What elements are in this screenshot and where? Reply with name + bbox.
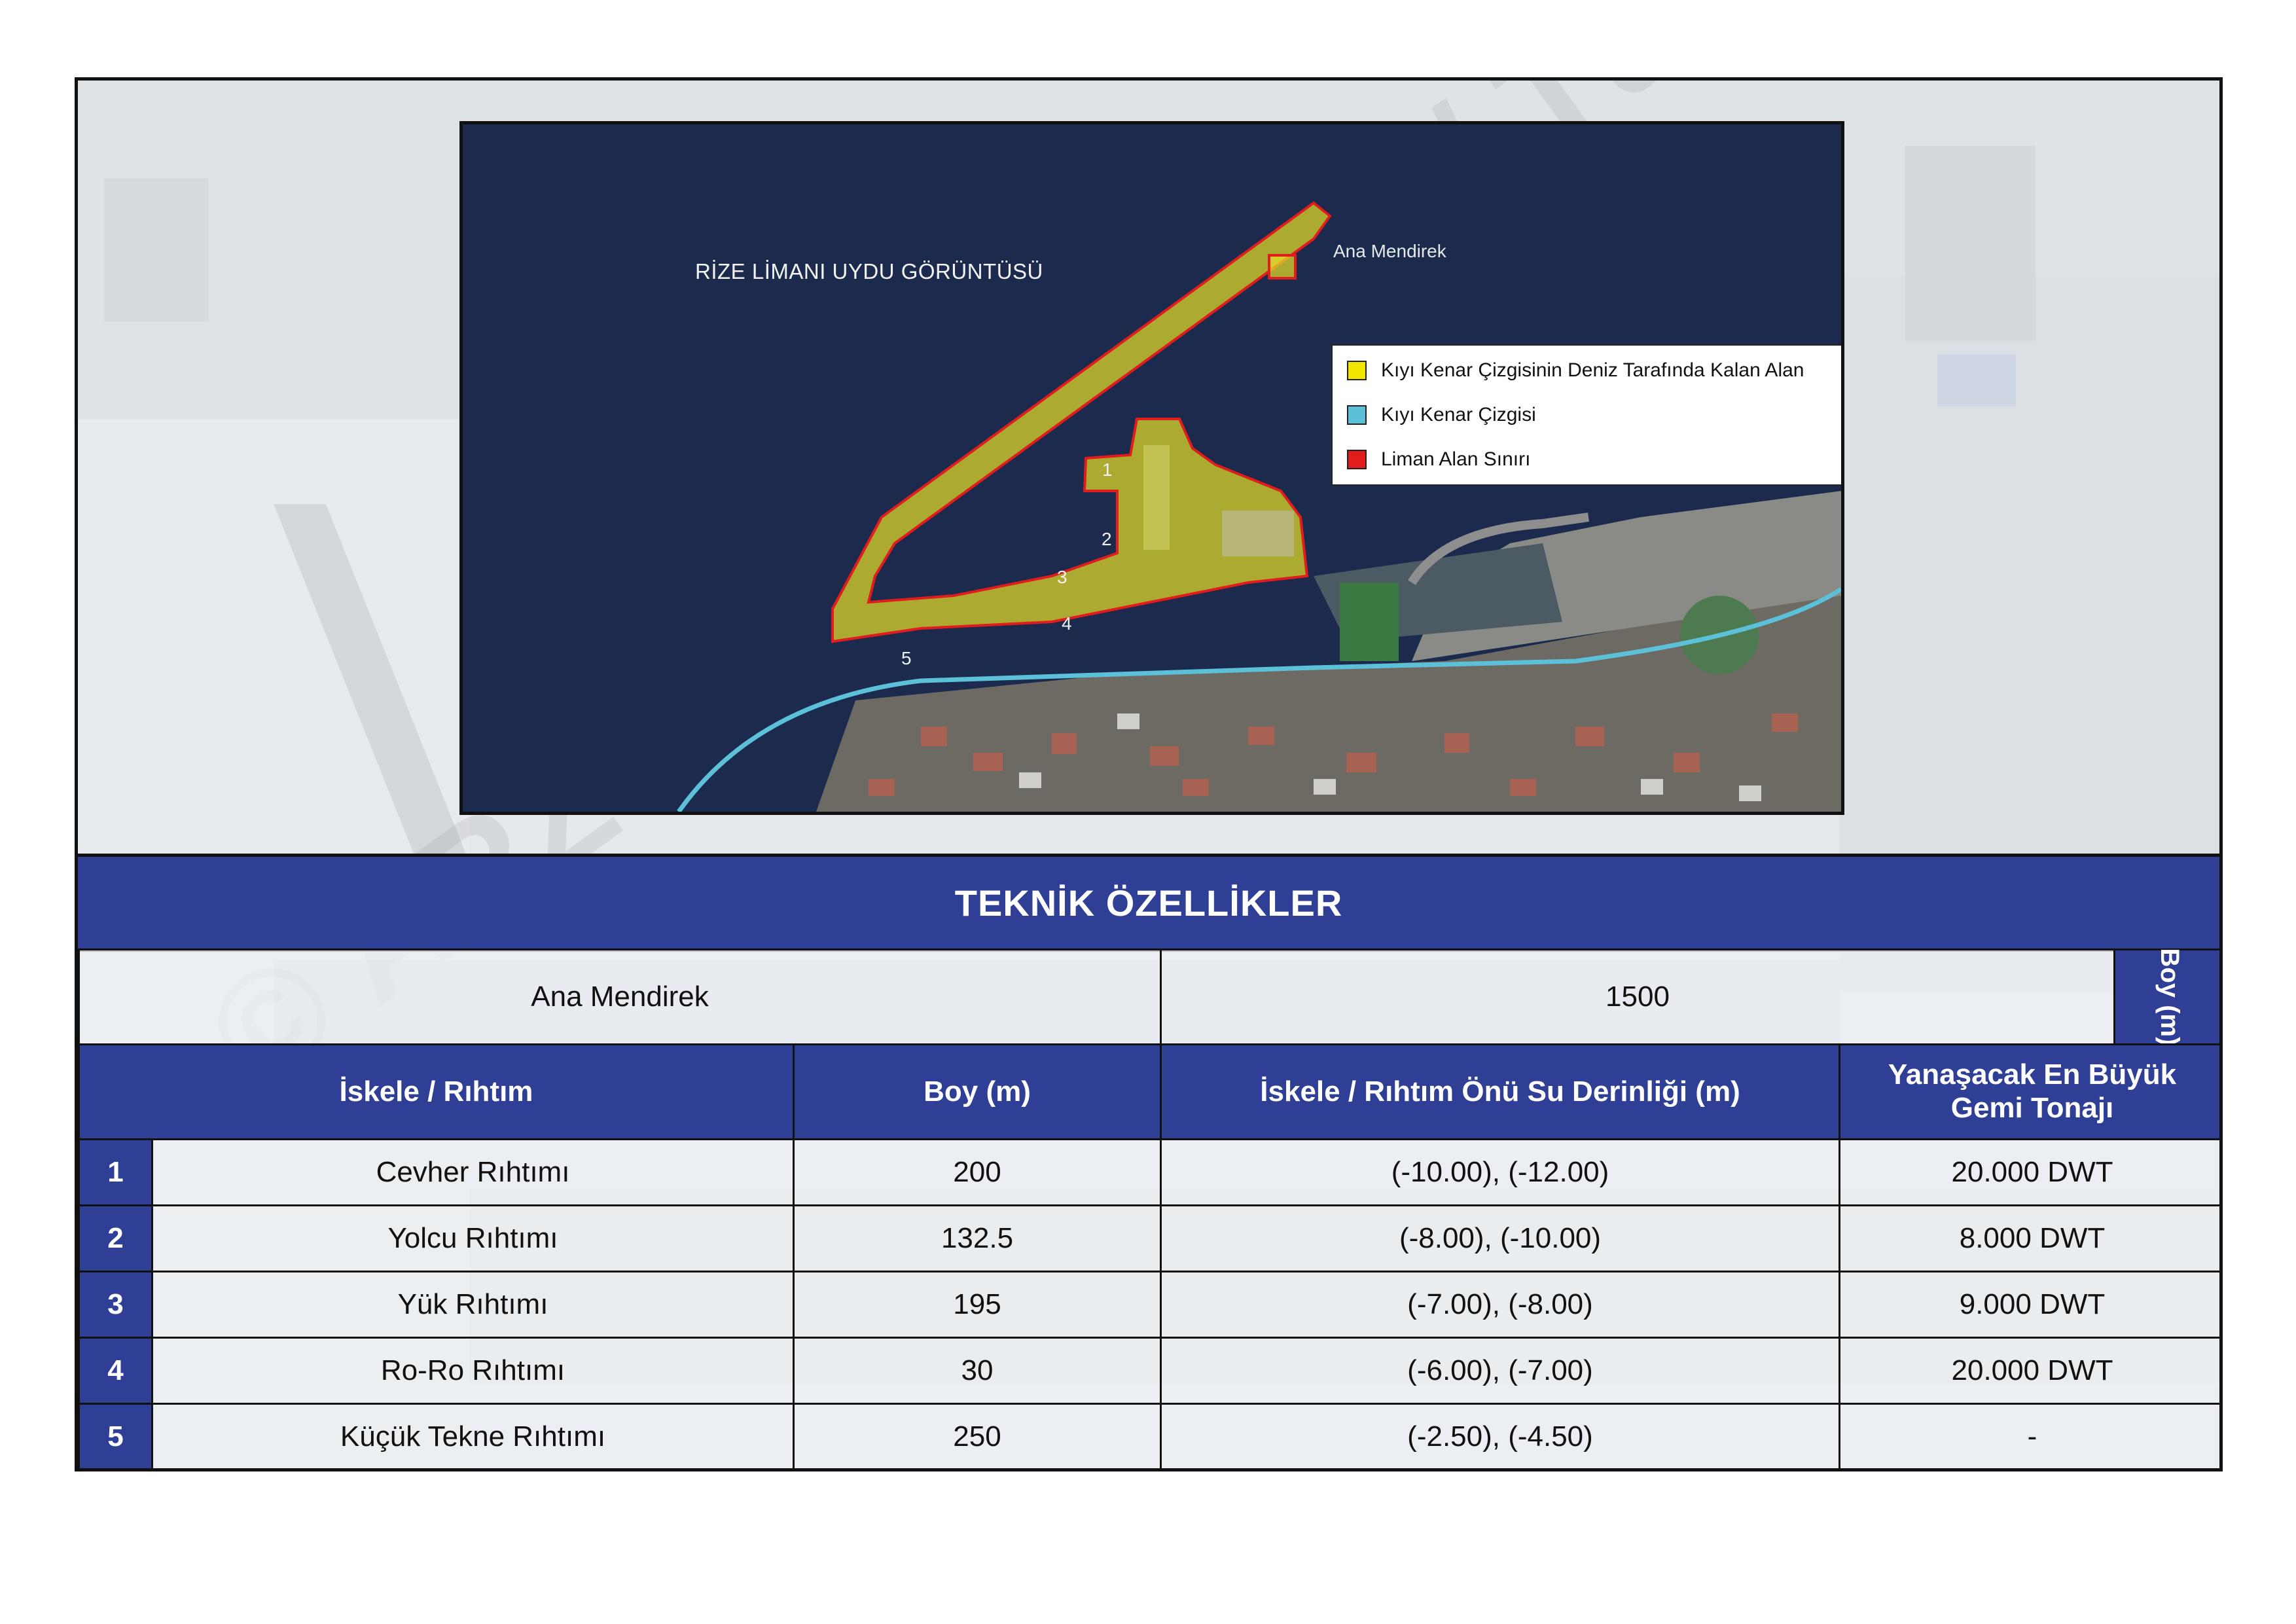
header-tonnage: Yanaşacak En Büyük Gemi Tonajı: [1839, 1043, 2219, 1140]
header-berth: İskele / Rıhtım: [78, 1043, 795, 1140]
legend-swatch-blue: [1347, 405, 1367, 425]
map-title: RİZE LİMANI UYDU GÖRÜNTÜSÜ: [695, 259, 1043, 283]
row-number-cell: 2: [78, 1204, 153, 1272]
berth-name-cell: Yük Rıhtımı: [151, 1271, 795, 1339]
page-frame: © ARZ GLOBAL 2024/ Tüm Hakları Saklıdır.: [75, 77, 2223, 1471]
berth-number-2: 2: [1102, 529, 1112, 549]
row-number-cell: 5: [78, 1403, 153, 1468]
berth-tonnage-cell: 8.000 DWT: [1839, 1204, 2219, 1272]
berth-name-cell: Küçük Tekne Rıhtımı: [151, 1403, 795, 1468]
berth-tonnage-cell: 20.000 DWT: [1839, 1337, 2219, 1405]
berth-length-cell: 195: [793, 1271, 1162, 1339]
legend-label: Kıyı Kenar Çizgisi: [1381, 404, 1536, 425]
legend-item: Kıyı Kenar Çizgisinin Deniz Tarafında Ka…: [1347, 357, 1804, 384]
breakwater-unit-cell: Boy (m): [2113, 948, 2219, 1046]
berth-tonnage-cell: -: [1839, 1403, 2219, 1468]
berth-depth-cell: (-10.00), (-12.00): [1160, 1138, 1840, 1206]
berth-number-5: 5: [901, 648, 912, 668]
berth-depth-cell: (-8.00), (-10.00): [1160, 1204, 1840, 1272]
legend-item: Kıyı Kenar Çizgisi: [1347, 402, 1536, 428]
berth-name-cell: Yolcu Rıhtımı: [151, 1204, 795, 1272]
berth-depth-cell: (-6.00), (-7.00): [1160, 1337, 1840, 1405]
header-length: Boy (m): [793, 1043, 1162, 1140]
berth-name-cell: Cevher Rıhtımı: [151, 1138, 795, 1206]
section-title-band: TEKNİK ÖZELLİKLER: [78, 854, 2219, 952]
berth-length-cell: 30: [793, 1337, 1162, 1405]
row-number-cell: 3: [78, 1271, 153, 1339]
satellite-map: RİZE LİMANI UYDU GÖRÜNTÜSÜ Ana Mendirek …: [459, 121, 1844, 815]
berth-tonnage-cell: 9.000 DWT: [1839, 1271, 2219, 1339]
berth-depth-cell: (-2.50), (-4.50): [1160, 1403, 1840, 1468]
breakwater-unit-label: Boy (m): [2155, 948, 2184, 1046]
map-legend: Kıyı Kenar Çizgisinin Deniz Tarafında Ka…: [1331, 344, 1841, 486]
legend-swatch-red: [1347, 450, 1367, 469]
berth-number-4: 4: [1062, 613, 1072, 634]
berth-length-cell: 250: [793, 1403, 1162, 1468]
section-title: TEKNİK ÖZELLİKLER: [954, 882, 1343, 924]
row-number-cell: 4: [78, 1337, 153, 1405]
berth-depth-cell: (-7.00), (-8.00): [1160, 1271, 1840, 1339]
header-depth: İskele / Rıhtım Önü Su Derinliği (m): [1160, 1043, 1840, 1140]
berth-number-3: 3: [1057, 567, 1067, 587]
berth-length-cell: 200: [793, 1138, 1162, 1206]
breakwater-name-cell: Ana Mendirek: [78, 948, 1162, 1045]
berth-length-cell: 132.5: [793, 1204, 1162, 1272]
berth-number-1: 1: [1102, 460, 1113, 480]
breakwater-length-cell: 1500: [1160, 948, 2115, 1045]
legend-item: Liman Alan Sınırı: [1347, 446, 1530, 473]
legend-swatch-yellow: [1347, 361, 1367, 380]
breakwater-label: Ana Mendirek: [1333, 241, 1446, 261]
berth-name-cell: Ro-Ro Rıhtımı: [151, 1337, 795, 1405]
legend-label: Kıyı Kenar Çizgisinin Deniz Tarafında Ka…: [1381, 359, 1804, 381]
row-number-cell: 1: [78, 1138, 153, 1206]
berth-tonnage-cell: 20.000 DWT: [1839, 1138, 2219, 1206]
legend-label: Liman Alan Sınırı: [1381, 448, 1531, 470]
